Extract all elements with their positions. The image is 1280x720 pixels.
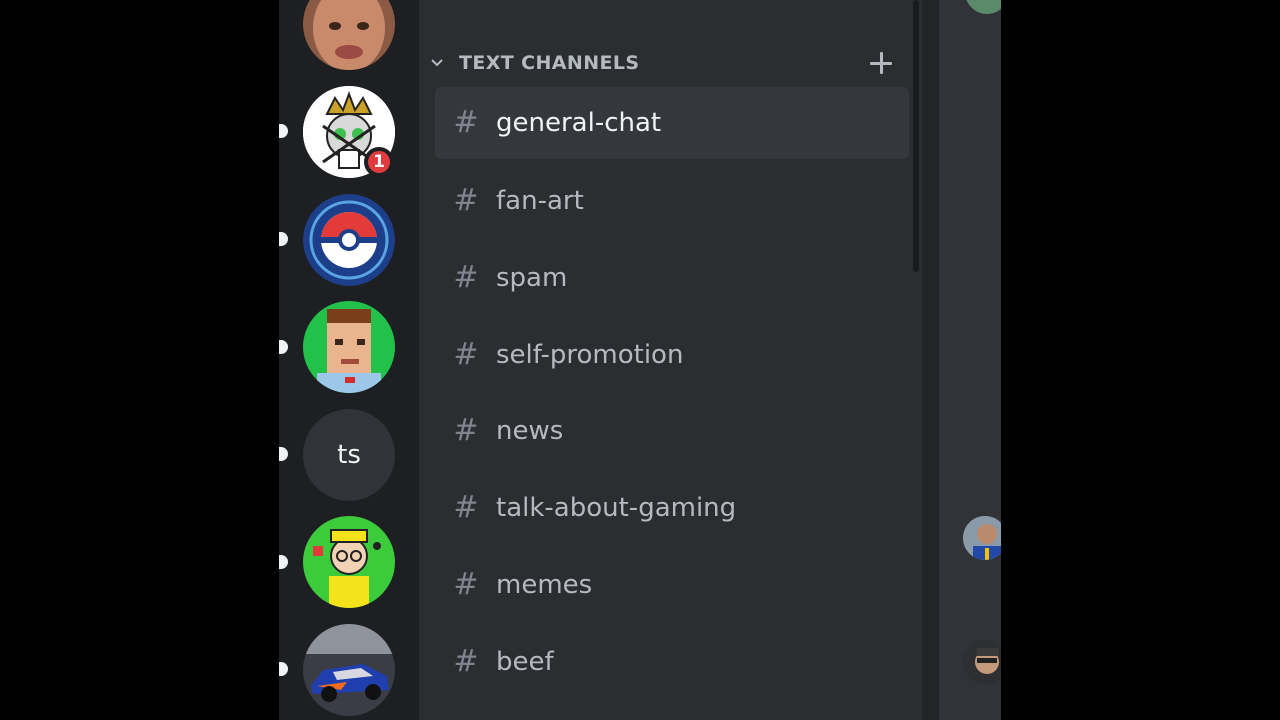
server-list: 1 ts (279, 0, 419, 720)
unread-indicator (279, 340, 288, 354)
channel-label: fan-art (496, 186, 584, 216)
chevron-down-icon[interactable] (429, 55, 445, 71)
member-avatar[interactable] (963, 516, 1001, 560)
server-cartoon-avatar[interactable] (303, 516, 395, 608)
category-text-channels[interactable]: TEXT CHANNELS (429, 46, 899, 80)
unread-indicator (279, 447, 288, 461)
sports-car-icon (303, 624, 395, 716)
pixel-face-icon (303, 301, 395, 393)
channel-label: beef (496, 647, 554, 677)
channel-label: memes (496, 570, 593, 600)
category-label: TEXT CHANNELS (459, 52, 640, 74)
pokeball-icon (303, 194, 395, 286)
chat-panel-peek[interactable] (939, 0, 1001, 720)
member-avatar[interactable] (965, 0, 1001, 14)
channel-memes[interactable]: # memes (435, 549, 909, 621)
scrollbar[interactable] (913, 0, 919, 272)
server-ts[interactable]: ts (303, 409, 395, 501)
channel-self-promotion[interactable]: # self-promotion (435, 319, 909, 391)
panel-divider (922, 0, 939, 720)
channel-label: general-chat (496, 108, 662, 138)
face-avatar-icon (303, 0, 395, 70)
person-avatar-icon (963, 640, 1001, 684)
hash-icon: # (453, 644, 479, 679)
channel-list-panel: TEXT CHANNELS # general-chat # fan-art #… (419, 0, 922, 720)
channel-news[interactable]: # news (435, 395, 909, 467)
unread-indicator (279, 232, 288, 246)
server-car-avatar[interactable] (303, 624, 395, 716)
channel-fan-art[interactable]: # fan-art (435, 165, 909, 237)
server-pixel-face-avatar[interactable] (303, 301, 395, 393)
channel-label: self-promotion (496, 340, 684, 370)
unread-indicator (279, 555, 288, 569)
unread-indicator (279, 662, 288, 676)
channel-beef[interactable]: # beef (435, 626, 909, 698)
plus-icon[interactable] (869, 51, 893, 75)
channel-general-chat[interactable]: # general-chat (435, 87, 909, 159)
channel-talk-about-gaming[interactable]: # talk-about-gaming (435, 472, 909, 544)
server-tyler-avatar[interactable] (303, 0, 395, 70)
hash-icon: # (453, 183, 479, 218)
hash-icon: # (453, 413, 479, 448)
cartoon-character-icon (303, 516, 395, 608)
hash-icon: # (453, 260, 479, 295)
channel-spam[interactable]: # spam (435, 242, 909, 314)
channel-label: spam (496, 263, 568, 293)
hash-icon: # (453, 337, 479, 372)
member-avatar[interactable] (963, 640, 1001, 684)
hash-icon: # (453, 105, 479, 140)
server-pokemon-go-avatar[interactable] (303, 194, 395, 286)
notification-badge: 1 (364, 147, 394, 177)
server-initials: ts (303, 409, 395, 501)
channel-label: talk-about-gaming (496, 493, 737, 523)
unread-indicator (279, 124, 288, 138)
hash-icon: # (453, 567, 479, 602)
hash-icon: # (453, 490, 479, 525)
channel-label: news (496, 416, 564, 446)
discord-mobile-app: 1 ts TEXT CHANNELS # general-chat # fan-… (279, 0, 1001, 720)
person-avatar-icon (963, 516, 1001, 560)
